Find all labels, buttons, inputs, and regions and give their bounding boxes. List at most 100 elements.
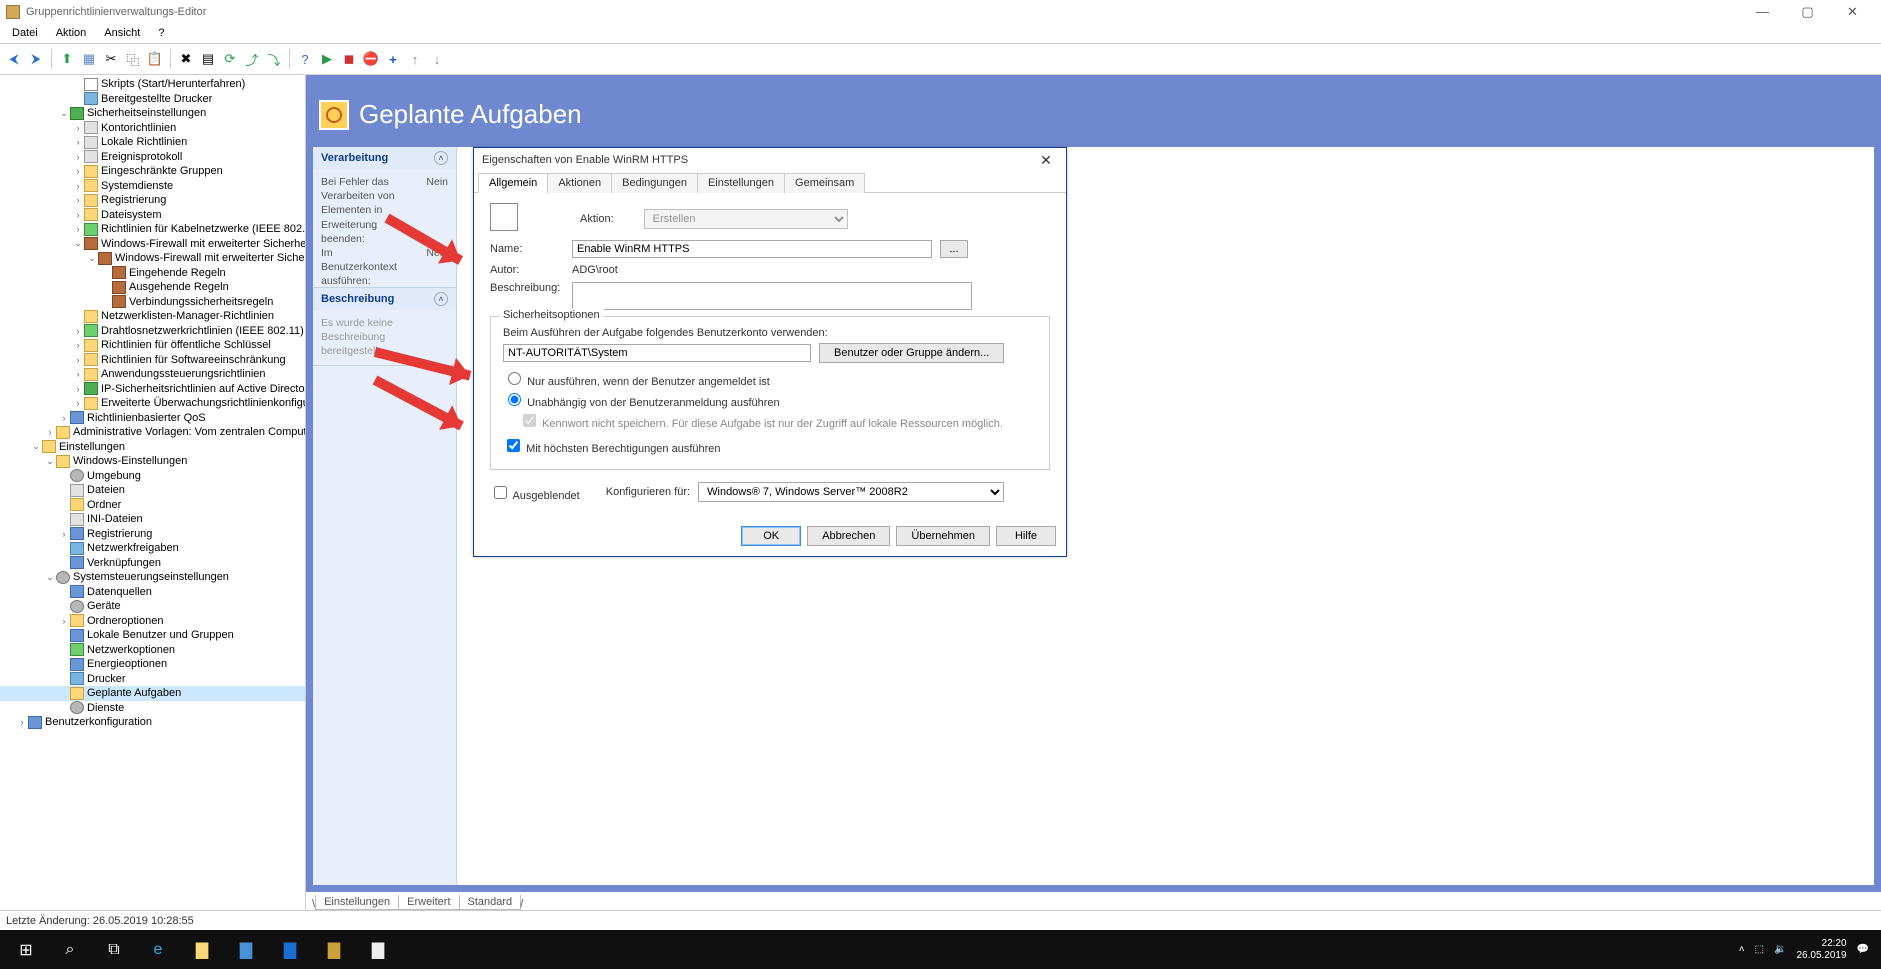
pause-icon[interactable]: ◼ xyxy=(339,49,359,69)
checkbox-hidden[interactable]: Ausgeblendet xyxy=(490,483,580,502)
tree-item[interactable]: ›IP-Sicherheitsrichtlinien auf Active Di… xyxy=(0,382,305,397)
expander-icon[interactable]: › xyxy=(72,326,84,336)
tree-item[interactable]: ›Eingeschränkte Gruppen xyxy=(0,164,305,179)
menu-action[interactable]: Aktion xyxy=(48,25,95,41)
expander-icon[interactable]: ⌄ xyxy=(72,238,84,249)
tree-item[interactable]: ⌄Systemsteuerungseinstellungen xyxy=(0,570,305,585)
tree-item[interactable]: Drucker xyxy=(0,672,305,687)
tree-item[interactable]: ›Systemdienste xyxy=(0,179,305,194)
tree-item[interactable]: Dateien xyxy=(0,483,305,498)
tree-item[interactable]: ›Richtlinien für Softwareeinschränkung xyxy=(0,353,305,368)
expander-icon[interactable]: › xyxy=(72,398,84,408)
minimize-button[interactable]: ― xyxy=(1740,0,1785,23)
expander-icon[interactable]: › xyxy=(58,529,70,539)
properties-icon[interactable]: ▤ xyxy=(198,49,218,69)
tree-item[interactable]: ›Registrierung xyxy=(0,527,305,542)
tree-item[interactable]: Netzwerklisten-Manager-Richtlinien xyxy=(0,309,305,324)
tree-item[interactable]: ⌄Windows-Firewall mit erweiterter Sicher… xyxy=(0,237,305,252)
help-button[interactable]: Hilfe xyxy=(996,526,1056,546)
expander-icon[interactable]: › xyxy=(44,427,56,437)
menu-help[interactable]: ? xyxy=(150,25,172,41)
expander-icon[interactable]: ⌄ xyxy=(86,253,98,264)
tree-item[interactable]: Energieoptionen xyxy=(0,657,305,672)
tab-gemeinsam[interactable]: Gemeinsam xyxy=(784,173,865,193)
stop-icon[interactable]: ▶ xyxy=(317,49,337,69)
panel-processing-header[interactable]: Verarbeitung ˄ xyxy=(313,147,456,169)
tray-chevron-icon[interactable]: ˄ xyxy=(1739,944,1745,955)
expander-icon[interactable]: ⌄ xyxy=(30,441,42,452)
tree-item[interactable]: Verbindungssicherheitsregeln xyxy=(0,295,305,310)
tree-item[interactable]: Skripts (Start/Herunterfahren) xyxy=(0,77,305,92)
tree-pane[interactable]: Skripts (Start/Herunterfahren)Bereitgest… xyxy=(0,75,306,910)
expander-icon[interactable]: › xyxy=(72,355,84,365)
radio-independent[interactable]: Unabhängig von der Benutzeranmeldung aus… xyxy=(503,390,780,409)
tree-item[interactable]: ›Anwendungssteuerungsrichtlinien xyxy=(0,367,305,382)
account-field[interactable] xyxy=(503,344,811,362)
apply-button[interactable]: Übernehmen xyxy=(896,526,990,546)
tree-item[interactable]: ⌄Windows-Firewall mit erweiterter Sicher… xyxy=(0,251,305,266)
bottom-tab[interactable]: Erweitert xyxy=(398,895,459,910)
radio-logged-on[interactable]: Nur ausführen, wenn der Benutzer angemel… xyxy=(503,369,770,388)
close-icon[interactable]: ✕ xyxy=(1034,152,1058,169)
tree-item[interactable]: Netzwerkfreigaben xyxy=(0,541,305,556)
move-down-icon[interactable]: ↓ xyxy=(427,49,447,69)
tree-item[interactable]: ›Ordneroptionen xyxy=(0,614,305,629)
tree-item[interactable]: ›Richtlinienbasierter QoS xyxy=(0,411,305,426)
sound-icon[interactable]: 🔉 xyxy=(1774,944,1786,955)
bottom-tab[interactable]: Einstellungen xyxy=(315,895,399,910)
copy-icon[interactable]: ⿻ xyxy=(123,49,143,69)
back-icon[interactable]: ⮜ xyxy=(4,49,24,69)
tree-item[interactable]: Verknüpfungen xyxy=(0,556,305,571)
panel-description-header[interactable]: Beschreibung ˄ xyxy=(313,288,456,310)
name-field[interactable] xyxy=(572,240,932,258)
tab-aktionen[interactable]: Aktionen xyxy=(547,173,612,193)
tab-allgemein[interactable]: Allgemein xyxy=(478,173,548,193)
cancel-button[interactable]: Abbrechen xyxy=(807,526,890,546)
tree-item[interactable]: Bereitgestellte Drucker xyxy=(0,92,305,107)
delete-icon[interactable]: ✖ xyxy=(176,49,196,69)
tree-item[interactable]: ›Richtlinien für Kabelnetzwerke (IEEE 80… xyxy=(0,222,305,237)
expander-icon[interactable]: › xyxy=(58,616,70,626)
expander-icon[interactable]: › xyxy=(72,166,84,176)
configure-for-select[interactable]: Windows® 7, Windows Server™ 2008R2 xyxy=(698,482,1004,502)
expander-icon[interactable]: › xyxy=(72,369,84,379)
tree-item[interactable]: ⌄Einstellungen xyxy=(0,440,305,455)
forward-icon[interactable]: ⮞ xyxy=(26,49,46,69)
expander-icon[interactable]: › xyxy=(72,210,84,220)
change-user-button[interactable]: Benutzer oder Gruppe ändern... xyxy=(819,343,1004,363)
tree-item[interactable]: Dienste xyxy=(0,701,305,716)
tree-item[interactable]: ›Lokale Richtlinien xyxy=(0,135,305,150)
tree-item[interactable]: Geplante Aufgaben xyxy=(0,686,305,701)
tree-item[interactable]: ›Dateisystem xyxy=(0,208,305,223)
import-icon[interactable]: ⤵ xyxy=(264,49,284,69)
menu-file[interactable]: Datei xyxy=(4,25,46,41)
help-icon[interactable]: ? xyxy=(295,49,315,69)
app-icon[interactable]: ▇ xyxy=(312,930,356,969)
search-icon[interactable]: ⌕ xyxy=(48,930,92,969)
ie-icon[interactable]: e xyxy=(136,930,180,969)
cut-icon[interactable]: ✂ xyxy=(101,49,121,69)
tree-item[interactable]: ›Richtlinien für öffentliche Schlüssel xyxy=(0,338,305,353)
maximize-button[interactable]: ▢ xyxy=(1785,0,1830,23)
powershell-icon[interactable]: ▇ xyxy=(268,930,312,969)
start-button[interactable]: ⊞ xyxy=(4,930,48,969)
cancel-icon[interactable]: ⛔ xyxy=(361,49,381,69)
notifications-icon[interactable]: 💬 xyxy=(1857,944,1869,955)
expander-icon[interactable]: › xyxy=(72,137,84,147)
menu-view[interactable]: Ansicht xyxy=(96,25,148,41)
tree-item[interactable]: ⌄Sicherheitseinstellungen xyxy=(0,106,305,121)
tree-item[interactable]: ›Ereignisprotokoll xyxy=(0,150,305,165)
expander-icon[interactable]: › xyxy=(72,195,84,205)
expander-icon[interactable]: › xyxy=(72,224,84,234)
expander-icon[interactable]: › xyxy=(72,384,84,394)
tree-item[interactable]: ›Kontorichtlinien xyxy=(0,121,305,136)
network-icon[interactable]: ⬚ xyxy=(1755,944,1764,955)
move-up-icon[interactable]: ↑ xyxy=(405,49,425,69)
tree-item[interactable]: ⌄Windows-Einstellungen xyxy=(0,454,305,469)
tree-item[interactable]: Ordner xyxy=(0,498,305,513)
bottom-tab[interactable]: Standard xyxy=(459,895,522,910)
expander-icon[interactable]: › xyxy=(72,181,84,191)
description-field[interactable] xyxy=(572,282,972,310)
tree-item[interactable]: INI-Dateien xyxy=(0,512,305,527)
tree-item[interactable]: Eingehende Regeln xyxy=(0,266,305,281)
